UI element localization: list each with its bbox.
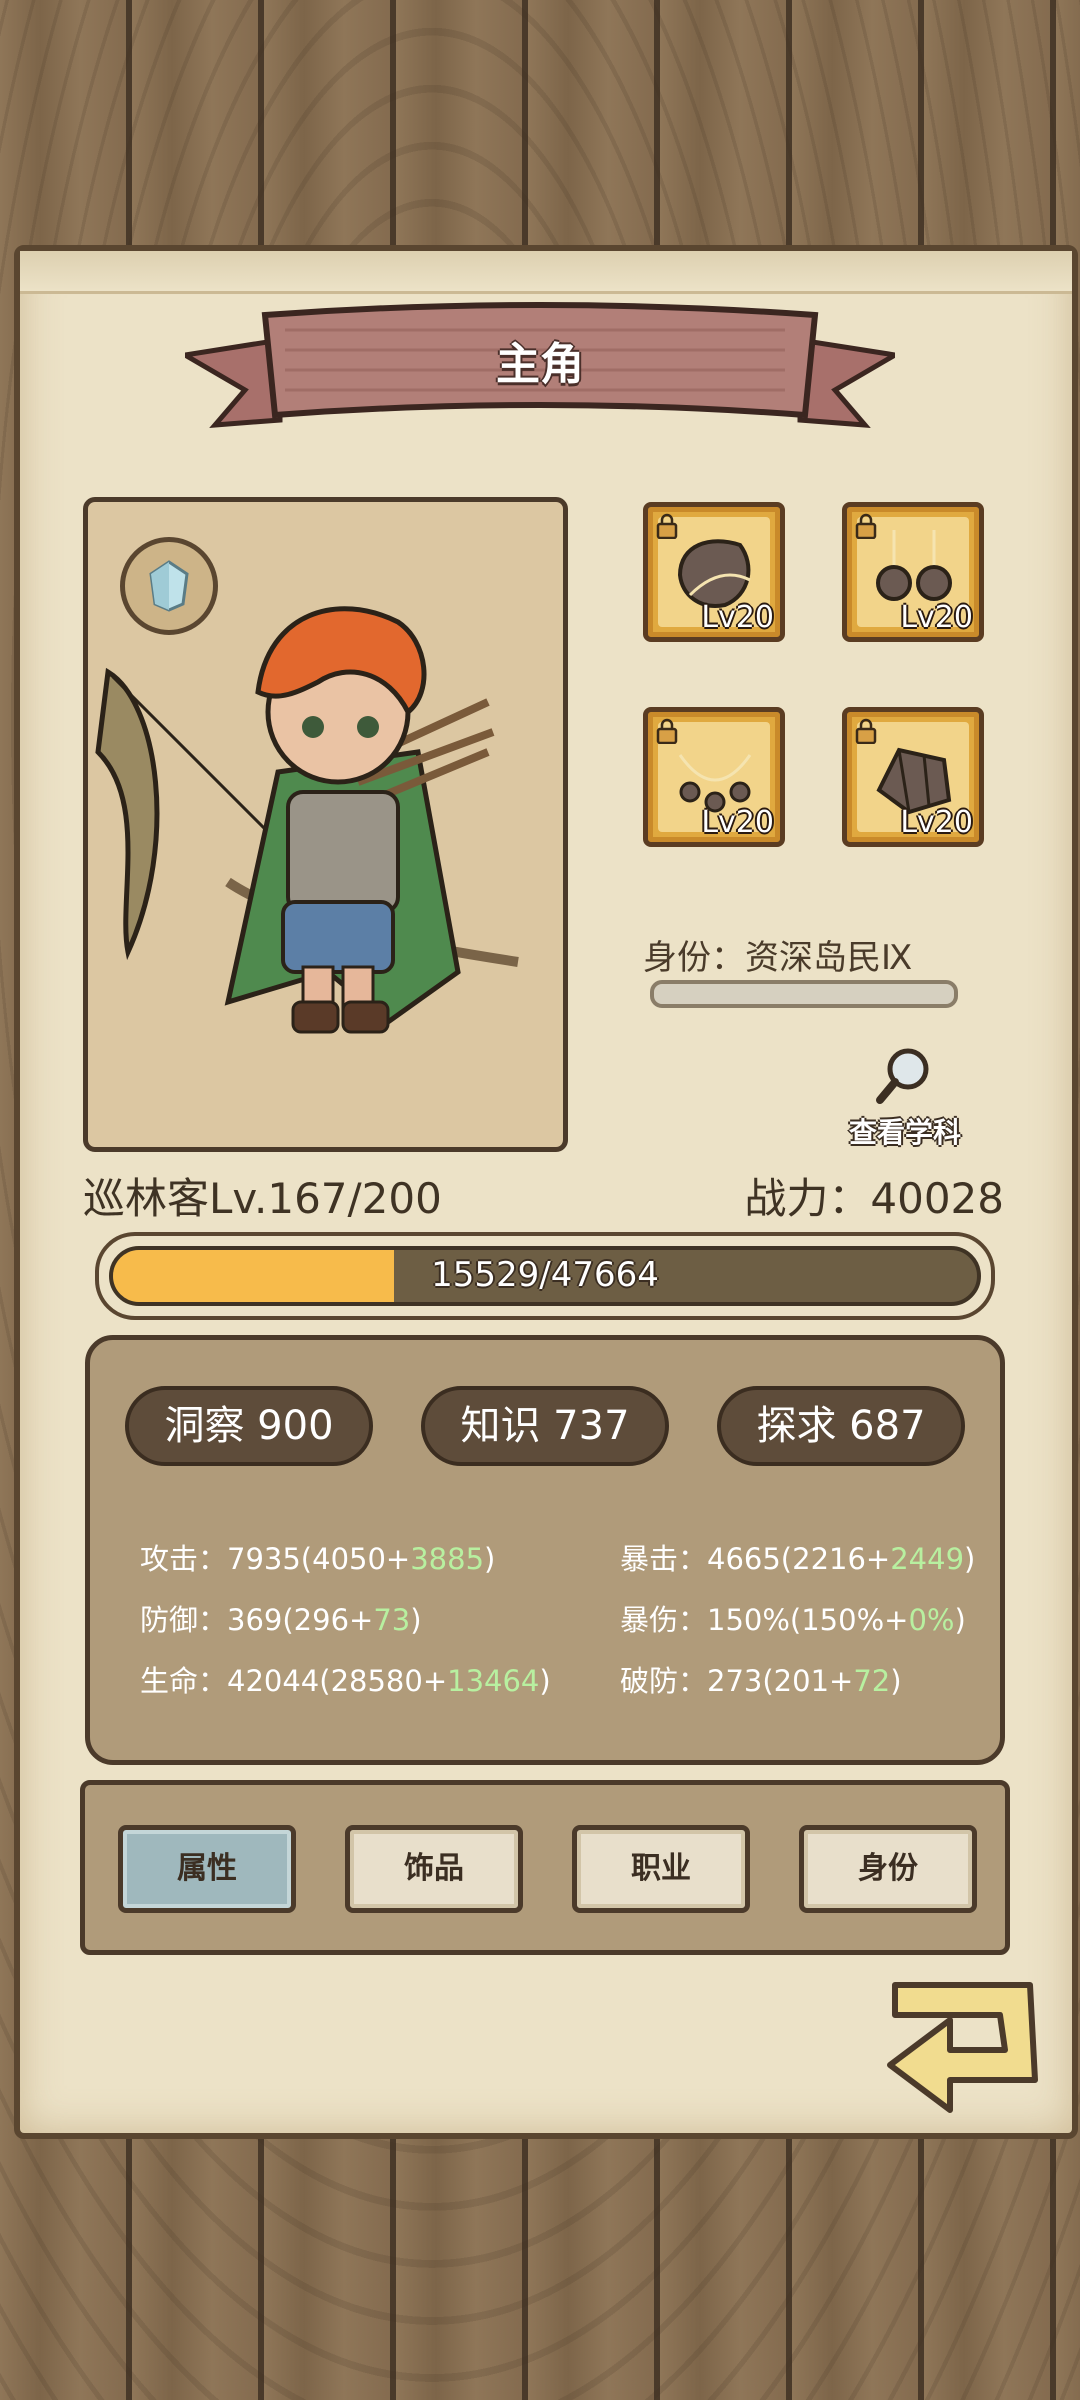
stat-bonus: 13464 bbox=[447, 1664, 540, 1698]
stat-bonus: 72 bbox=[853, 1664, 891, 1698]
page-title: 主角 bbox=[496, 339, 584, 390]
equipment-level: Lv20 bbox=[900, 805, 973, 840]
stat-close: ) bbox=[539, 1664, 551, 1698]
stat-close: ) bbox=[964, 1542, 976, 1576]
tab-attributes[interactable]: 属性 bbox=[118, 1825, 296, 1913]
stat-hp: 生命：42044(28580+13464) bbox=[140, 1658, 551, 1700]
stat-base: 防御：369(296+ bbox=[140, 1603, 374, 1637]
tab-accessories[interactable]: 饰品 bbox=[345, 1825, 523, 1913]
stat-base: 攻击：7935(4050+ bbox=[140, 1542, 411, 1576]
lock-icon bbox=[855, 718, 877, 744]
knowledge-pill[interactable]: 知识 737 bbox=[421, 1386, 669, 1466]
equipment-level: Lv20 bbox=[900, 600, 973, 635]
equipment-slot-3[interactable]: Lv20 bbox=[643, 707, 785, 847]
combat-power: 战力：40028 bbox=[744, 1174, 1004, 1223]
stat-defense: 防御：369(296+73) bbox=[140, 1597, 422, 1639]
view-subject-button[interactable]: 查看学科 bbox=[835, 1045, 975, 1151]
lock-icon bbox=[855, 513, 877, 539]
stat-base: 生命：42044(28580+ bbox=[140, 1664, 448, 1698]
stat-bonus: 3885 bbox=[410, 1542, 485, 1576]
stat-base: 破防：273(201+ bbox=[620, 1664, 854, 1698]
stat-close: ) bbox=[484, 1542, 496, 1576]
experience-track: 15529/47664 bbox=[109, 1246, 981, 1306]
stat-bonus: 0% bbox=[908, 1603, 955, 1637]
stat-close: ) bbox=[954, 1603, 966, 1637]
return-arrow-icon bbox=[887, 1982, 1038, 2113]
magnifier-icon bbox=[876, 1048, 929, 1104]
equipment-slot-2[interactable]: Lv20 bbox=[842, 502, 984, 642]
tab-profession[interactable]: 职业 bbox=[572, 1825, 750, 1913]
experience-bar: 15529/47664 bbox=[95, 1232, 995, 1320]
insight-pill[interactable]: 洞察 900 bbox=[125, 1386, 373, 1466]
lock-icon bbox=[656, 718, 678, 744]
stats-panel: 洞察 900 知识 737 探求 687 攻击：7935(4050+3885) … bbox=[85, 1335, 1005, 1765]
stat-close: ) bbox=[890, 1664, 902, 1698]
stat-base: 暴击：4665(2216+ bbox=[620, 1542, 891, 1576]
equipment-slot-1[interactable]: Lv20 bbox=[643, 502, 785, 642]
stat-armor-break: 破防：273(201+72) bbox=[620, 1658, 902, 1700]
character-portrait bbox=[83, 497, 568, 1152]
explore-pill[interactable]: 探求 687 bbox=[717, 1386, 965, 1466]
class-level: 巡林客Lv.167/200 bbox=[83, 1174, 442, 1223]
equipment-level: Lv20 bbox=[701, 600, 774, 635]
tab-identity[interactable]: 身份 bbox=[799, 1825, 977, 1913]
tab-bar: 属性 饰品 职业 身份 bbox=[80, 1780, 1010, 1955]
experience-text: 15529/47664 bbox=[431, 1255, 659, 1295]
view-subject-label: 查看学科 bbox=[848, 1116, 961, 1149]
archer-character-icon bbox=[95, 606, 519, 1034]
stat-bonus: 73 bbox=[373, 1603, 411, 1637]
stat-bonus: 2449 bbox=[890, 1542, 965, 1576]
lock-icon bbox=[656, 513, 678, 539]
title-banner: 主角 bbox=[185, 300, 895, 450]
stat-crit-damage: 暴伤：150%(150%+0%) bbox=[620, 1597, 966, 1639]
back-button[interactable] bbox=[880, 1970, 1050, 2120]
identity-label: 身份：资深岛民Ⅸ bbox=[643, 938, 913, 978]
stat-close: ) bbox=[410, 1603, 422, 1637]
panel-top-edge bbox=[20, 251, 1072, 294]
equipment-level: Lv20 bbox=[701, 805, 774, 840]
stat-base: 暴伤：150%(150%+ bbox=[620, 1603, 909, 1637]
identity-progress-bar bbox=[650, 980, 958, 1008]
stat-crit: 暴击：4665(2216+2449) bbox=[620, 1536, 975, 1578]
equipment-slot-4[interactable]: Lv20 bbox=[842, 707, 984, 847]
stat-attack: 攻击：7935(4050+3885) bbox=[140, 1536, 495, 1578]
